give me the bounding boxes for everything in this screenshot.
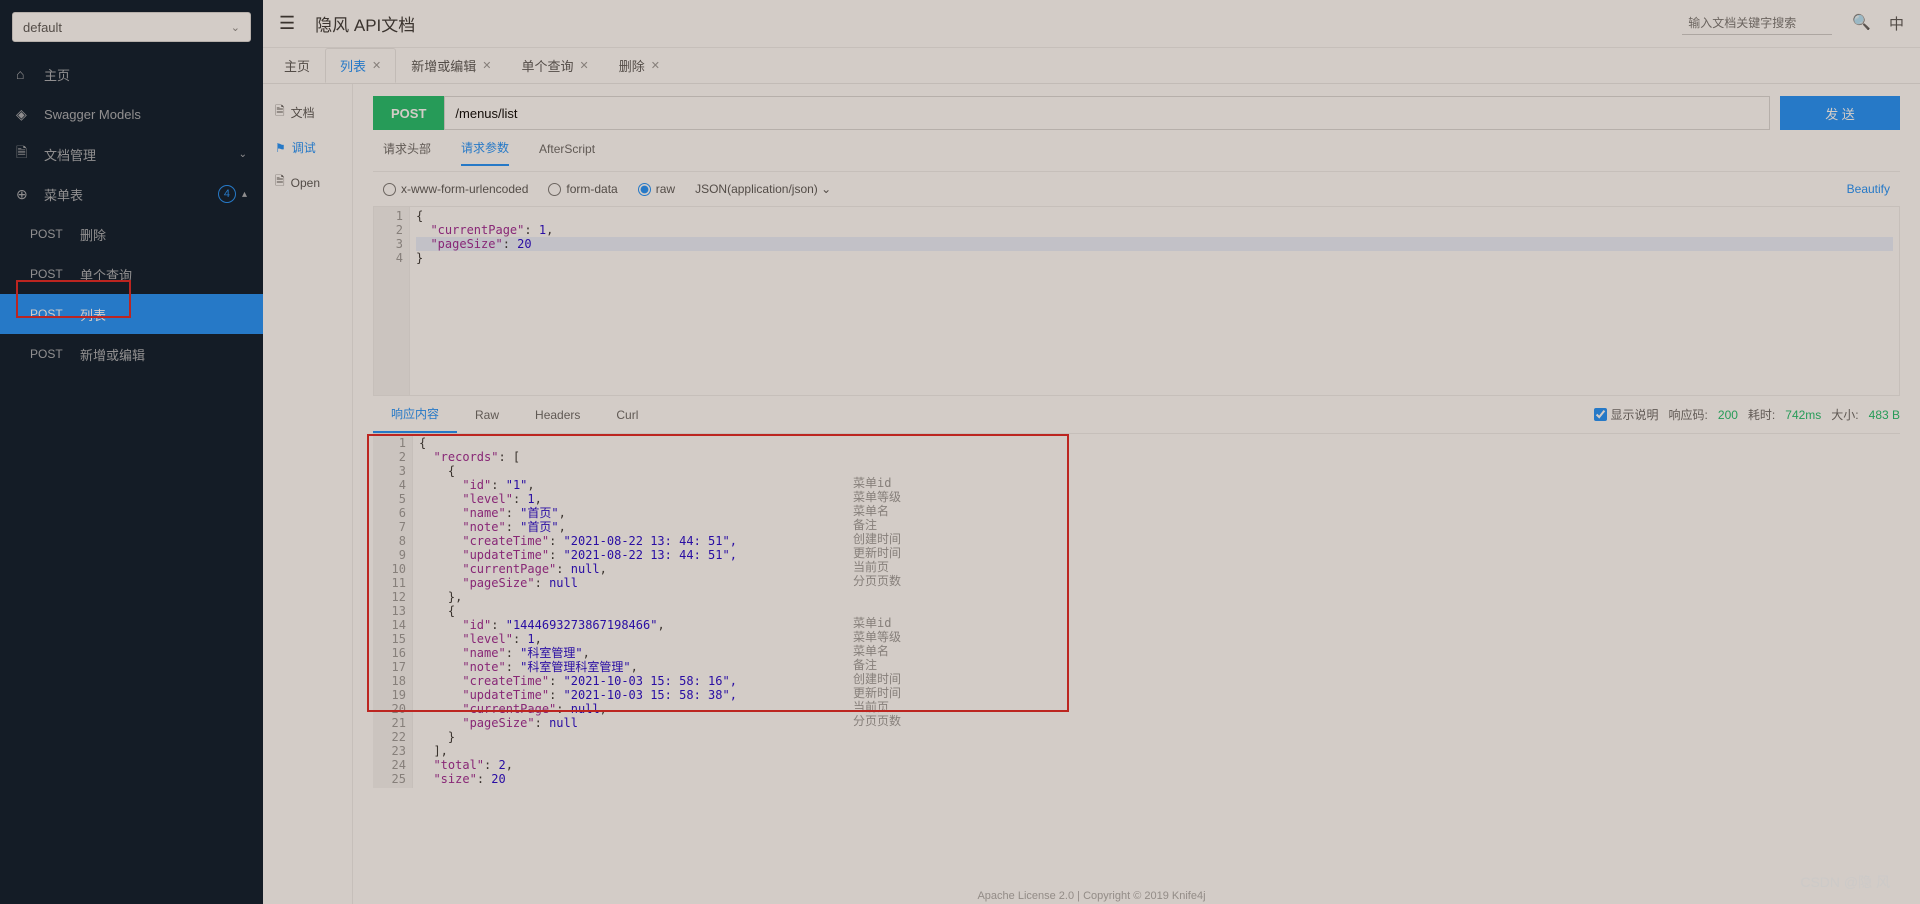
- sidebar: default ⌄ ⌂ 主页 ◈ Swagger Models 🗎 文档管理 ⌄ ⊕ 菜单表 4 ▴…: [0, 0, 263, 904]
- mode-item[interactable]: 🗎 文档: [263, 94, 352, 131]
- content-type-select[interactable]: JSON(application/json) ⌄: [695, 182, 831, 196]
- api-item[interactable]: POST新增或编辑: [0, 334, 263, 374]
- nav-label: Swagger Models: [44, 107, 141, 122]
- caret-down-icon: ⌄: [239, 149, 247, 160]
- tab[interactable]: 列表 ✕: [325, 48, 396, 83]
- tab-label: 列表: [340, 56, 366, 75]
- api-item[interactable]: POST列表: [0, 294, 263, 334]
- mode-icon: 🗎: [275, 172, 285, 193]
- api-label: 新增或编辑: [80, 345, 145, 364]
- response-body: 1234567891011121314151617181920212223242…: [373, 434, 1900, 904]
- nav-icon: ⊕: [16, 186, 32, 203]
- beautify-link[interactable]: Beautify: [1847, 182, 1890, 196]
- mode-icon: ⚑: [275, 141, 286, 155]
- param-tab[interactable]: 请求头部: [383, 140, 431, 165]
- resp-tab[interactable]: Headers: [517, 396, 598, 433]
- watermark: CSDN @隐 风: [1800, 872, 1890, 892]
- tab-label: 单个查询: [521, 56, 573, 75]
- api-item[interactable]: POST删除: [0, 214, 263, 254]
- mode-item[interactable]: 🗎 Open: [263, 164, 352, 201]
- request-body-editor[interactable]: 1234 { "currentPage": 1, "pageSize": 20}: [373, 206, 1900, 396]
- tab[interactable]: 删除 ✕: [604, 48, 675, 83]
- resp-size-label: 大小:: [1831, 406, 1858, 423]
- mode-label: 调试: [292, 139, 316, 156]
- page-title: 隐风 API文档: [315, 11, 1682, 36]
- mode-icon: 🗎: [275, 102, 285, 123]
- param-tab[interactable]: 请求参数: [461, 139, 509, 166]
- radio-formdata[interactable]: form-data: [548, 182, 617, 196]
- tab-bar: 主页 列表 ✕ 新增或编辑 ✕ 单个查询 ✕ 删除 ✕: [263, 48, 1920, 84]
- topbar: ☰ 隐风 API文档 🔍 中: [263, 0, 1920, 48]
- nav-label: 文档管理: [44, 145, 96, 164]
- api-item[interactable]: POST单个查询: [0, 254, 263, 294]
- send-button[interactable]: 发 送: [1780, 96, 1900, 130]
- close-icon[interactable]: ✕: [482, 59, 491, 72]
- resp-code-label: 响应码:: [1669, 406, 1708, 423]
- resp-tab[interactable]: Raw: [457, 396, 517, 433]
- radio-urlencoded[interactable]: x-www-form-urlencoded: [383, 182, 528, 196]
- search-icon[interactable]: 🔍: [1852, 13, 1871, 34]
- api-label: 单个查询: [80, 265, 132, 284]
- method-label: POST: [30, 227, 80, 241]
- nav-label: 菜单表: [44, 185, 83, 204]
- sidebar-item[interactable]: ⊕ 菜单表 4 ▴: [0, 174, 263, 214]
- tab[interactable]: 单个查询 ✕: [506, 48, 603, 83]
- tab[interactable]: 新增或编辑 ✕: [396, 48, 506, 83]
- resp-tab[interactable]: 响应内容: [373, 396, 457, 433]
- caret-up-icon: ▴: [242, 189, 247, 200]
- method-label: POST: [30, 307, 80, 321]
- resp-time: 742ms: [1785, 408, 1821, 422]
- search-input[interactable]: [1682, 12, 1832, 35]
- radio-raw[interactable]: raw: [638, 182, 675, 196]
- method-label: POST: [30, 267, 80, 281]
- tab-label: 删除: [619, 56, 645, 75]
- param-tabs: 请求头部 请求参数 AfterScript: [373, 134, 1900, 172]
- method-label: POST: [30, 347, 80, 361]
- url-input[interactable]: [444, 96, 1770, 130]
- show-desc-checkbox[interactable]: 显示说明: [1594, 406, 1659, 423]
- tab[interactable]: 主页: [269, 48, 325, 83]
- sidebar-item[interactable]: 🗎 文档管理 ⌄: [0, 134, 263, 174]
- main: ☰ 隐风 API文档 🔍 中 主页 列表 ✕ 新增或编辑 ✕ 单个查询 ✕ 删除 ✕ 🗎 文档 ⚑ 调…: [263, 0, 1920, 904]
- sidebar-item[interactable]: ⌂ 主页: [0, 54, 263, 94]
- nav-icon: 🗎: [16, 142, 32, 166]
- method-badge: POST: [373, 96, 444, 130]
- mode-item[interactable]: ⚑ 调试: [263, 131, 352, 164]
- api-label: 删除: [80, 225, 106, 244]
- group-selector-value: default: [23, 20, 62, 35]
- resp-time-label: 耗时:: [1748, 406, 1775, 423]
- sidebar-item[interactable]: ◈ Swagger Models: [0, 94, 263, 134]
- api-label: 列表: [80, 305, 106, 324]
- nav-icon: ⌂: [16, 66, 32, 82]
- close-icon[interactable]: ✕: [372, 59, 381, 72]
- count-badge: 4: [218, 185, 236, 203]
- body-type-row: x-www-form-urlencoded form-data raw JSON…: [373, 172, 1900, 206]
- group-selector[interactable]: default ⌄: [12, 12, 251, 42]
- nav-label: 主页: [44, 65, 70, 84]
- resp-code: 200: [1718, 408, 1738, 422]
- chevron-down-icon: ⌄: [231, 21, 240, 34]
- url-row: POST 发 送: [373, 96, 1900, 130]
- tab-label: 主页: [284, 56, 310, 75]
- workspace: POST 发 送 请求头部 请求参数 AfterScript x-www-form-…: [353, 84, 1920, 904]
- tab-label: 新增或编辑: [411, 56, 476, 75]
- footer: Apache License 2.0 | Copyright © 2019 Kn…: [263, 890, 1920, 902]
- close-icon[interactable]: ✕: [580, 59, 589, 72]
- resp-size: 483 B: [1869, 408, 1900, 422]
- mode-label: Open: [291, 176, 320, 190]
- sub-sidebar: 🗎 文档 ⚑ 调试 🗎 Open: [263, 84, 353, 904]
- nav-icon: ◈: [16, 106, 32, 123]
- mode-label: 文档: [291, 104, 315, 121]
- response-tabs: 响应内容RawHeadersCurl 显示说明 响应码: 200 耗时: 742…: [373, 396, 1900, 434]
- menu-collapse-icon[interactable]: ☰: [279, 13, 295, 34]
- lang-toggle[interactable]: 中: [1889, 13, 1904, 34]
- param-tab[interactable]: AfterScript: [539, 142, 595, 164]
- close-icon[interactable]: ✕: [651, 59, 660, 72]
- resp-tab[interactable]: Curl: [598, 396, 656, 433]
